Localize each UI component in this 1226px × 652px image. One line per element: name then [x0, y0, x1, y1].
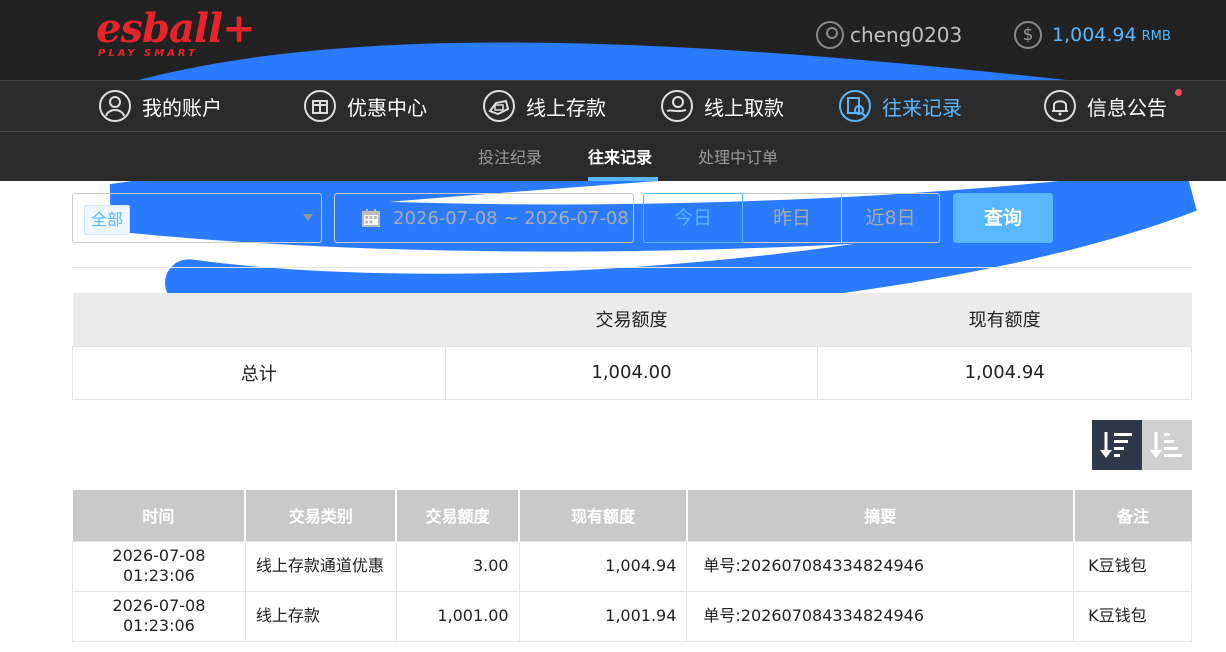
user-info[interactable]: cheng0203: [816, 20, 962, 50]
col-header-amount: 交易额度: [396, 490, 521, 541]
cell-time: 2026-07-08 01:23:06: [72, 590, 246, 642]
balance-display: $ 1,004.94 RMB: [1014, 20, 1171, 50]
nav-item-online-deposit[interactable]: 线上存款: [482, 81, 606, 131]
cell-balance: 1,004.94: [518, 540, 688, 592]
subnav-bet-records[interactable]: 投注纪录: [478, 144, 542, 168]
range-last8days-button[interactable]: 近8日: [841, 193, 940, 243]
cell-amount: 1,001.00: [395, 590, 520, 642]
query-button[interactable]: 查询: [953, 193, 1053, 243]
notification-dot: [1175, 89, 1182, 96]
sort-asc-icon: [1150, 432, 1182, 458]
subnav-transaction-records[interactable]: 往来记录: [588, 144, 652, 168]
cell-summary: 单号:202607084334824946: [686, 590, 1075, 642]
range-today-button[interactable]: 今日: [643, 193, 743, 243]
cell-remark: K豆钱包: [1073, 540, 1192, 592]
col-header-summary: 摘要: [686, 490, 1075, 541]
date-range-text: 2026-07-08 ~ 2026-07-08: [393, 207, 629, 229]
nav-item-my-account[interactable]: 我的账户: [98, 81, 222, 131]
col-header-balance: 现有额度: [519, 490, 688, 541]
deposit-icon: [483, 90, 515, 122]
cell-type: 线上存款通道优惠: [244, 540, 397, 592]
user-icon: [99, 90, 131, 122]
subnav-pending-orders[interactable]: 处理中订单: [698, 144, 778, 168]
gift-icon: [304, 90, 336, 122]
balance-amount: 1,004.94: [1052, 24, 1137, 46]
records-header-row: 时间 交易类别 交易额度 现有额度 摘要 备注: [72, 490, 1192, 541]
summary-current-balance: 1,004.94: [817, 345, 1192, 400]
table-row: 2026-07-08 01:23:06 线上存款 1,001.00 1,001.…: [72, 590, 1192, 642]
nav-label: 线上取款: [704, 95, 784, 120]
cell-amount: 3.00: [395, 540, 520, 592]
summary-transaction-amount: 1,004.00: [444, 345, 819, 400]
summary-header-cell: 现有额度: [817, 293, 1192, 346]
selected-type-chip: 全部: [84, 205, 131, 235]
sub-nav: 投注纪录 往来记录 处理中订单: [0, 132, 1226, 181]
cell-remark: K豆钱包: [1073, 590, 1192, 642]
cell-summary: 单号:202607084334824946: [686, 540, 1075, 592]
divider: [72, 267, 1192, 268]
range-yesterday-button[interactable]: 昨日: [742, 193, 842, 243]
nav-item-online-withdraw[interactable]: 线上取款: [660, 81, 784, 131]
table-row: 2026-07-08 01:23:06 线上存款通道优惠 3.00 1,004.…: [72, 540, 1192, 592]
user-avatar-icon: [816, 21, 844, 49]
nav-item-transaction-records[interactable]: 往来记录: [838, 81, 962, 131]
top-bar: esball+ PLAY SMART cheng0203 $ 1,004.94 …: [0, 0, 1226, 321]
main-nav: 我的账户 优惠中心 线上存款 线上取款 往来记录 信息公告: [0, 80, 1226, 132]
cell-type: 线上存款: [244, 590, 397, 642]
summary-label: 总计: [72, 345, 446, 400]
summary-header-cell: 交易额度: [445, 293, 818, 346]
sort-desc-icon: [1100, 432, 1132, 458]
nav-label: 往来记录: [882, 95, 962, 120]
balance-currency: RMB: [1141, 29, 1171, 44]
logo-brand: esball+: [96, 5, 256, 52]
nav-label: 线上存款: [526, 95, 606, 120]
records-icon: [839, 90, 871, 122]
col-header-time: 时间: [72, 490, 247, 541]
records-table: 时间 交易类别 交易额度 现有额度 摘要 备注 2026-07-08 01:23…: [72, 490, 1192, 642]
dollar-icon: $: [1014, 21, 1042, 49]
col-header-remark: 备注: [1073, 490, 1192, 541]
col-header-type: 交易类别: [245, 490, 398, 541]
bell-icon: [1044, 90, 1076, 122]
transaction-type-select[interactable]: 全部: [72, 193, 322, 243]
subnav-active-indicator: [588, 177, 658, 181]
logo-tagline: PLAY SMART: [98, 48, 198, 59]
chevron-down-icon: [303, 214, 313, 221]
nav-item-promotions[interactable]: 优惠中心: [303, 81, 427, 131]
logo[interactable]: esball+ PLAY SMART: [96, 6, 256, 66]
summary-header-cell: [72, 293, 446, 346]
calendar-icon: [362, 209, 380, 227]
username: cheng0203: [850, 23, 963, 47]
withdraw-icon: [661, 90, 693, 122]
nav-label: 我的账户: [142, 95, 222, 120]
nav-item-announcements[interactable]: 信息公告: [1043, 81, 1167, 131]
date-range-picker[interactable]: 2026-07-08 ~ 2026-07-08: [334, 193, 634, 243]
sort-desc-button[interactable]: [1092, 420, 1142, 470]
summary-table: 交易额度 现有额度 总计 1,004.00 1,004.94: [72, 293, 1192, 400]
cell-time: 2026-07-08 01:23:06: [72, 540, 246, 592]
sort-asc-button[interactable]: [1142, 420, 1192, 470]
cell-balance: 1,001.94: [518, 590, 688, 642]
summary-total-row: 总计 1,004.00 1,004.94: [72, 345, 1192, 400]
summary-header-row: 交易额度 现有额度: [72, 293, 1192, 346]
nav-label: 优惠中心: [347, 95, 427, 120]
nav-label: 信息公告: [1087, 95, 1167, 120]
